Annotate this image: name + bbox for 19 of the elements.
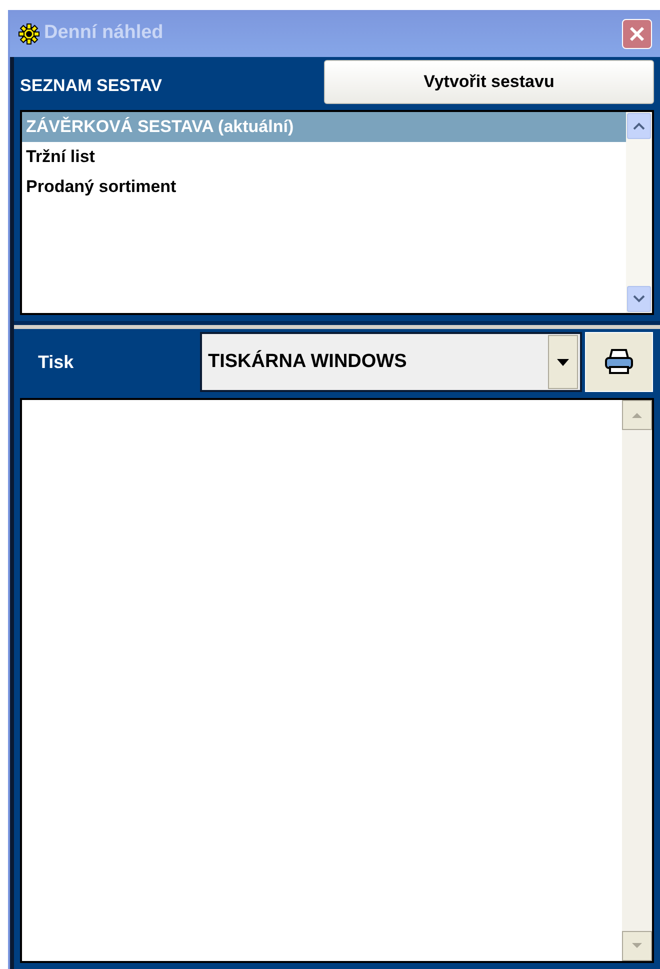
gear-icon (18, 22, 40, 44)
splitter-bar[interactable] (14, 321, 660, 329)
printer-dropdown[interactable]: TISKÁRNA WINDOWS (200, 332, 582, 392)
print-button[interactable] (585, 332, 653, 392)
create-report-button[interactable]: Vytvořit sestavu (324, 60, 654, 104)
up-arrow-icon (631, 411, 643, 419)
scroll-down-button[interactable] (627, 286, 651, 312)
section-label: SEZNAM SESTAV (20, 75, 163, 98)
report-list-item[interactable]: Prodaný sortiment (22, 172, 626, 202)
printer-value: TISKÁRNA WINDOWS (207, 349, 408, 374)
report-list-item[interactable]: Tržní list (22, 142, 626, 172)
printer-icon (604, 349, 634, 375)
close-button[interactable] (622, 18, 652, 48)
dropdown-arrow-icon (557, 358, 569, 366)
down-arrow-icon (631, 942, 643, 950)
scroll-up-button[interactable] (627, 113, 651, 139)
close-icon (628, 24, 646, 42)
print-label: Tisk (37, 350, 75, 374)
window-title: Denní náhled (44, 21, 164, 46)
